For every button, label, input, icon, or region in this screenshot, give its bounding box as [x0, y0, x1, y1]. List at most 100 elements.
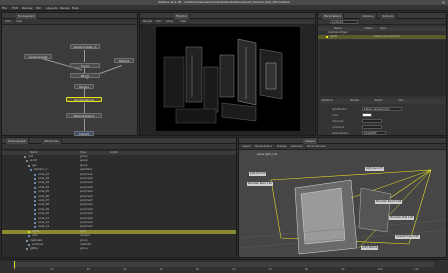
subtab-object[interactable]: Object [374, 99, 382, 103]
timeline-tick-label: 30 [123, 268, 127, 271]
zoom-field[interactable]: 100 [156, 20, 161, 24]
light-tag[interactable]: solid_texture [361, 246, 379, 250]
close-window-icon[interactable] [442, 1, 445, 4]
node-camera-create[interactable]: CameraCreate [24, 54, 52, 59]
field-label: color [332, 114, 339, 117]
light-tag[interactable]: Mountain Back 1.10 [247, 182, 273, 186]
light-tag[interactable]: Inbalight tops 0.95 [395, 235, 420, 239]
tree-node-icon [26, 160, 28, 163]
tree-node-icon [26, 239, 28, 242]
display-menu[interactable]: Display [277, 145, 287, 149]
tree-node-icon [24, 156, 26, 158]
menu-util[interactable]: Util [36, 5, 41, 11]
node-material-assign[interactable]: MaterialAssign1 [66, 113, 102, 118]
tree-node-icon [34, 191, 36, 194]
light-tag[interactable]: light_key 0.75 [365, 167, 384, 171]
menu-layouts[interactable]: Layouts [46, 5, 58, 11]
tree-row[interactable]: node_13 polymesh [2, 225, 236, 229]
timeline[interactable]: 1 10 20 30 40 50 60 70 80 90 100 110 [0, 259, 448, 273]
tree-row[interactable]: lgtRig group [2, 247, 236, 251]
monitor-view-button[interactable]: View [180, 20, 186, 24]
tree-node-icon [28, 230, 30, 233]
tree-row[interactable]: node_10 polymesh [2, 212, 236, 216]
tree-row[interactable]: cam camera [2, 234, 236, 238]
field-label: intensity [332, 120, 344, 123]
subtab-vars[interactable]: Vars [398, 99, 404, 103]
tree-row[interactable]: node_06 polymesh [2, 195, 236, 199]
tree-row-name: world [30, 159, 38, 163]
current-frame-marker[interactable] [14, 261, 15, 268]
goto-button[interactable]: Goto [5, 20, 11, 24]
row-name: lights [330, 35, 338, 38]
subtab-material[interactable]: Material [322, 99, 333, 103]
light-shader-field[interactable]: katana_shaderpoint [362, 107, 402, 111]
tree-row[interactable]: materials group [2, 239, 236, 243]
param-subtabs: Material Shader Object Vars [320, 99, 446, 104]
node-output[interactable]: Output1 [74, 131, 94, 136]
tree-node-icon [34, 182, 36, 185]
timeline-tick-label: 10 [50, 268, 54, 271]
node-scene[interactable]: Scene [70, 63, 100, 68]
manipulators-menu[interactable]: Manipulators [255, 145, 272, 149]
menu-render[interactable]: Render [22, 5, 33, 11]
tree-row-type: polymesh [80, 216, 93, 220]
node-merge[interactable]: Merge1 [74, 84, 94, 89]
tree-row-type: polymesh [80, 212, 93, 216]
wire [84, 119, 85, 131]
tree-row[interactable]: node_03 polymesh [2, 181, 236, 185]
tree-row[interactable]: node_01 polymesh [2, 173, 236, 177]
show-harness-toggle[interactable]: Show Harness [307, 145, 325, 149]
selection-menu[interactable]: Selection [291, 145, 303, 149]
timeline-tick-label: 110 [414, 268, 419, 271]
color-kind-field[interactable] [362, 125, 382, 129]
rendered-city-scene [163, 38, 283, 124]
tree-row-type: polymesh [80, 203, 93, 207]
tree-row-type: polymesh [80, 172, 93, 176]
node-material[interactable]: Material [114, 58, 134, 63]
tree-row-name: node_03 [38, 181, 50, 185]
shadow-color-field[interactable]: SOLIDSET [362, 131, 386, 135]
tree-row[interactable]: node_05 polymesh [2, 190, 236, 194]
node-name-field[interactable]: surface1 [330, 20, 358, 24]
menu-edit[interactable]: Edit [12, 5, 18, 11]
tree-row[interactable]: alembic_1 assembly [2, 168, 236, 172]
viewer-menu[interactable]: Viewer [242, 145, 251, 149]
intensity-field[interactable] [362, 119, 382, 123]
tree-row[interactable]: world group [2, 159, 236, 163]
subtab-shader[interactable]: Shader [350, 99, 359, 103]
menu-help[interactable]: Help [72, 5, 79, 11]
wire [84, 103, 85, 113]
tree-row[interactable]: root group [2, 155, 236, 159]
menu-bar: File Edit Render Util Layouts Panels Hel… [0, 5, 448, 11]
tree-node-icon [30, 169, 32, 172]
node-pnode[interactable]: PNode [70, 73, 100, 78]
timeline-tick-label: 1 [14, 268, 16, 271]
tree-row-name: node_10 [38, 212, 50, 216]
color-field[interactable] [362, 113, 372, 117]
render-button[interactable]: Render [143, 20, 152, 24]
viewport-3d[interactable] [241, 158, 446, 256]
light-tag[interactable]: light_fill 0.50 [249, 172, 267, 176]
timeline-tick-label: 100 [377, 268, 383, 271]
tree-row-type: material [80, 243, 91, 246]
menu-panels[interactable]: Panels [60, 5, 70, 11]
param-list-area [320, 40, 446, 96]
node-alembic-create[interactable]: AlembicCreate_In [70, 44, 100, 49]
timeline-tick-label: 70 [268, 268, 272, 271]
menu-file[interactable]: File [2, 5, 7, 11]
camera-select[interactable]: persp [166, 20, 173, 24]
tree-row[interactable]: node_11 polymesh [2, 217, 236, 221]
light-tag[interactable]: Mountain Back2 0.90 [375, 200, 403, 204]
scenegraph-tree: root group world group geo group alembic_1 asse… [2, 155, 236, 255]
tree-node-icon [28, 235, 30, 238]
table-row-selected[interactable]: lights katana_shaderpoint [318, 35, 446, 39]
tree-row-type: polymesh [80, 190, 93, 194]
node-render-settings[interactable]: RenderSettings [66, 97, 102, 102]
tree-row-type: group [80, 159, 88, 163]
tree-row[interactable]: lights light [2, 229, 236, 234]
tree-row-name: lights [32, 229, 40, 233]
tree-row-name: node_08 [38, 203, 50, 207]
light-tag[interactable]: Mountain Side 1.00 [389, 216, 415, 220]
view-button[interactable]: View [16, 20, 22, 24]
tree-row[interactable]: node_08 polymesh [2, 203, 236, 207]
